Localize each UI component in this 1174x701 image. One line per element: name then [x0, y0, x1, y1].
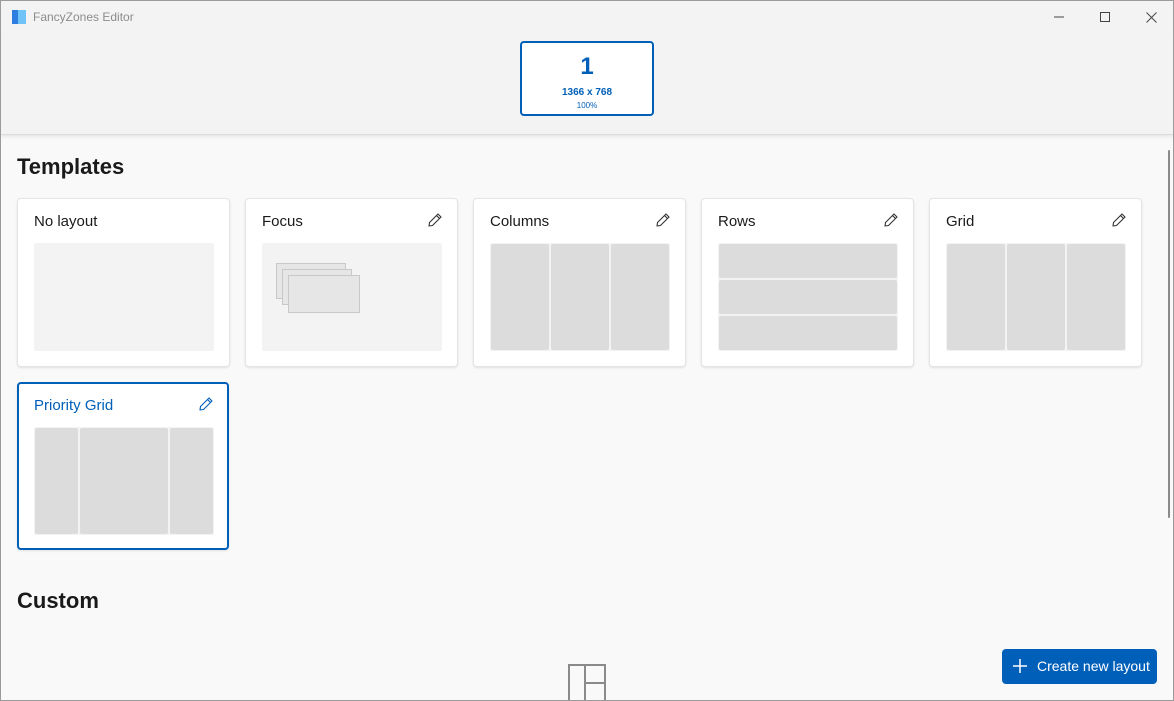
focus-zone	[288, 275, 360, 313]
template-title: No layout	[34, 213, 98, 230]
template-title: Priority Grid	[34, 397, 114, 414]
zone	[1067, 244, 1125, 350]
pencil-icon	[884, 213, 898, 227]
monitor-selector-area: 1 1366 x 768 100%	[0, 34, 1174, 135]
layout-preview-blank	[34, 243, 214, 351]
template-title: Rows	[718, 213, 756, 230]
create-new-layout-label: Create new layout	[1037, 658, 1150, 674]
template-card-focus[interactable]: Focus	[245, 198, 458, 367]
pencil-icon	[656, 213, 670, 227]
custom-heading: Custom	[17, 588, 99, 613]
minimize-icon	[1054, 16, 1064, 18]
template-card-columns[interactable]: Columns	[473, 198, 686, 367]
fancyzones-app-icon	[12, 10, 26, 24]
template-title: Columns	[490, 213, 550, 230]
template-card-grid[interactable]: Grid	[929, 198, 1142, 367]
template-title: Focus	[262, 213, 303, 230]
close-button[interactable]	[1128, 0, 1174, 34]
templates-heading: Templates	[17, 154, 125, 179]
zone	[551, 244, 609, 350]
template-title: Grid	[946, 213, 975, 230]
minimize-button[interactable]	[1036, 0, 1082, 34]
create-new-layout-button[interactable]: Create new layout	[1002, 649, 1157, 684]
pencil-icon	[1112, 213, 1126, 227]
zone	[719, 280, 897, 314]
zone	[611, 244, 669, 350]
edit-layout-button[interactable]	[198, 396, 214, 412]
monitor-number: 1	[580, 53, 594, 80]
zone	[719, 316, 897, 350]
monitor-resolution: 1366 x 768	[561, 87, 613, 98]
monitor-card-1[interactable]: 1 1366 x 768 100%	[520, 41, 654, 116]
vertical-scrollbar[interactable]	[1168, 150, 1170, 518]
monitor-scale: 100%	[576, 101, 598, 110]
template-card-no-layout[interactable]: No layout	[17, 198, 230, 367]
zone	[491, 244, 549, 350]
layout-preview-columns	[490, 243, 670, 351]
edit-layout-button[interactable]	[427, 212, 443, 228]
zone	[80, 428, 168, 534]
maximize-button[interactable]	[1082, 0, 1128, 34]
title-bar[interactable]: FancyZones Editor	[0, 0, 1174, 34]
window-title: FancyZones Editor	[33, 10, 134, 24]
edit-layout-button[interactable]	[883, 212, 899, 228]
layout-preview-rows	[718, 243, 898, 351]
edit-layout-button[interactable]	[655, 212, 671, 228]
layout-preview-grid	[946, 243, 1126, 351]
edit-layout-button[interactable]	[1111, 212, 1127, 228]
plus-icon	[1013, 659, 1027, 673]
zone	[719, 244, 897, 278]
layout-preview-priority-grid	[34, 427, 214, 535]
pencil-icon	[428, 213, 442, 227]
maximize-icon	[1100, 12, 1110, 22]
template-card-priority-grid[interactable]: Priority Grid	[17, 382, 229, 550]
close-icon	[1145, 11, 1157, 23]
layout-grid-icon	[568, 664, 606, 701]
pencil-icon	[199, 397, 213, 411]
zone	[35, 428, 78, 534]
zone	[1007, 244, 1065, 350]
layout-preview-focus	[262, 243, 442, 351]
zone	[170, 428, 213, 534]
zone	[947, 244, 1005, 350]
template-card-rows[interactable]: Rows	[701, 198, 914, 367]
